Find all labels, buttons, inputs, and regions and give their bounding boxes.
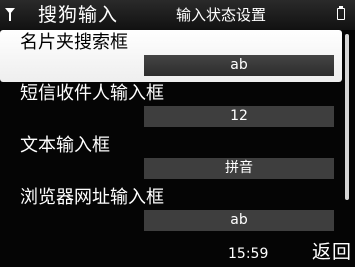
- setting-label: 文本输入框: [20, 135, 110, 156]
- app-title: 搜狗输入: [38, 4, 119, 26]
- setting-value-box[interactable]: ab: [144, 55, 334, 76]
- status-bar: 搜狗输入 输入状态设置: [0, 0, 355, 30]
- setting-item-sms-recipient[interactable]: 短信收件人输入框 12: [0, 81, 342, 133]
- scrollbar-thumb[interactable]: [345, 34, 349, 200]
- signal-antenna-icon: [5, 8, 15, 21]
- clock: 15:59: [228, 246, 269, 262]
- setting-item-text-input[interactable]: 文本输入框 拼音: [0, 133, 342, 185]
- setting-label: 名片夹搜索框: [20, 32, 128, 53]
- settings-list: 名片夹搜索框 ab 短信收件人输入框 12 文本输入框 拼音 浏览器网址输入框 …: [0, 30, 342, 238]
- setting-item-contacts-search[interactable]: 名片夹搜索框 ab: [0, 30, 342, 82]
- scrollbar[interactable]: [344, 32, 350, 244]
- page-title: 输入状态设置: [176, 6, 267, 24]
- setting-item-browser-url[interactable]: 浏览器网址输入框 ab: [0, 185, 342, 237]
- softkey-bar: 15:59 返回: [0, 238, 355, 267]
- back-button[interactable]: 返回: [312, 239, 352, 265]
- setting-value-box[interactable]: ab: [144, 210, 334, 231]
- setting-value-box[interactable]: 拼音: [144, 158, 334, 179]
- setting-label: 浏览器网址输入框: [20, 187, 164, 208]
- battery-icon: [337, 6, 345, 20]
- setting-label: 短信收件人输入框: [20, 83, 164, 104]
- setting-value-box[interactable]: 12: [144, 106, 334, 127]
